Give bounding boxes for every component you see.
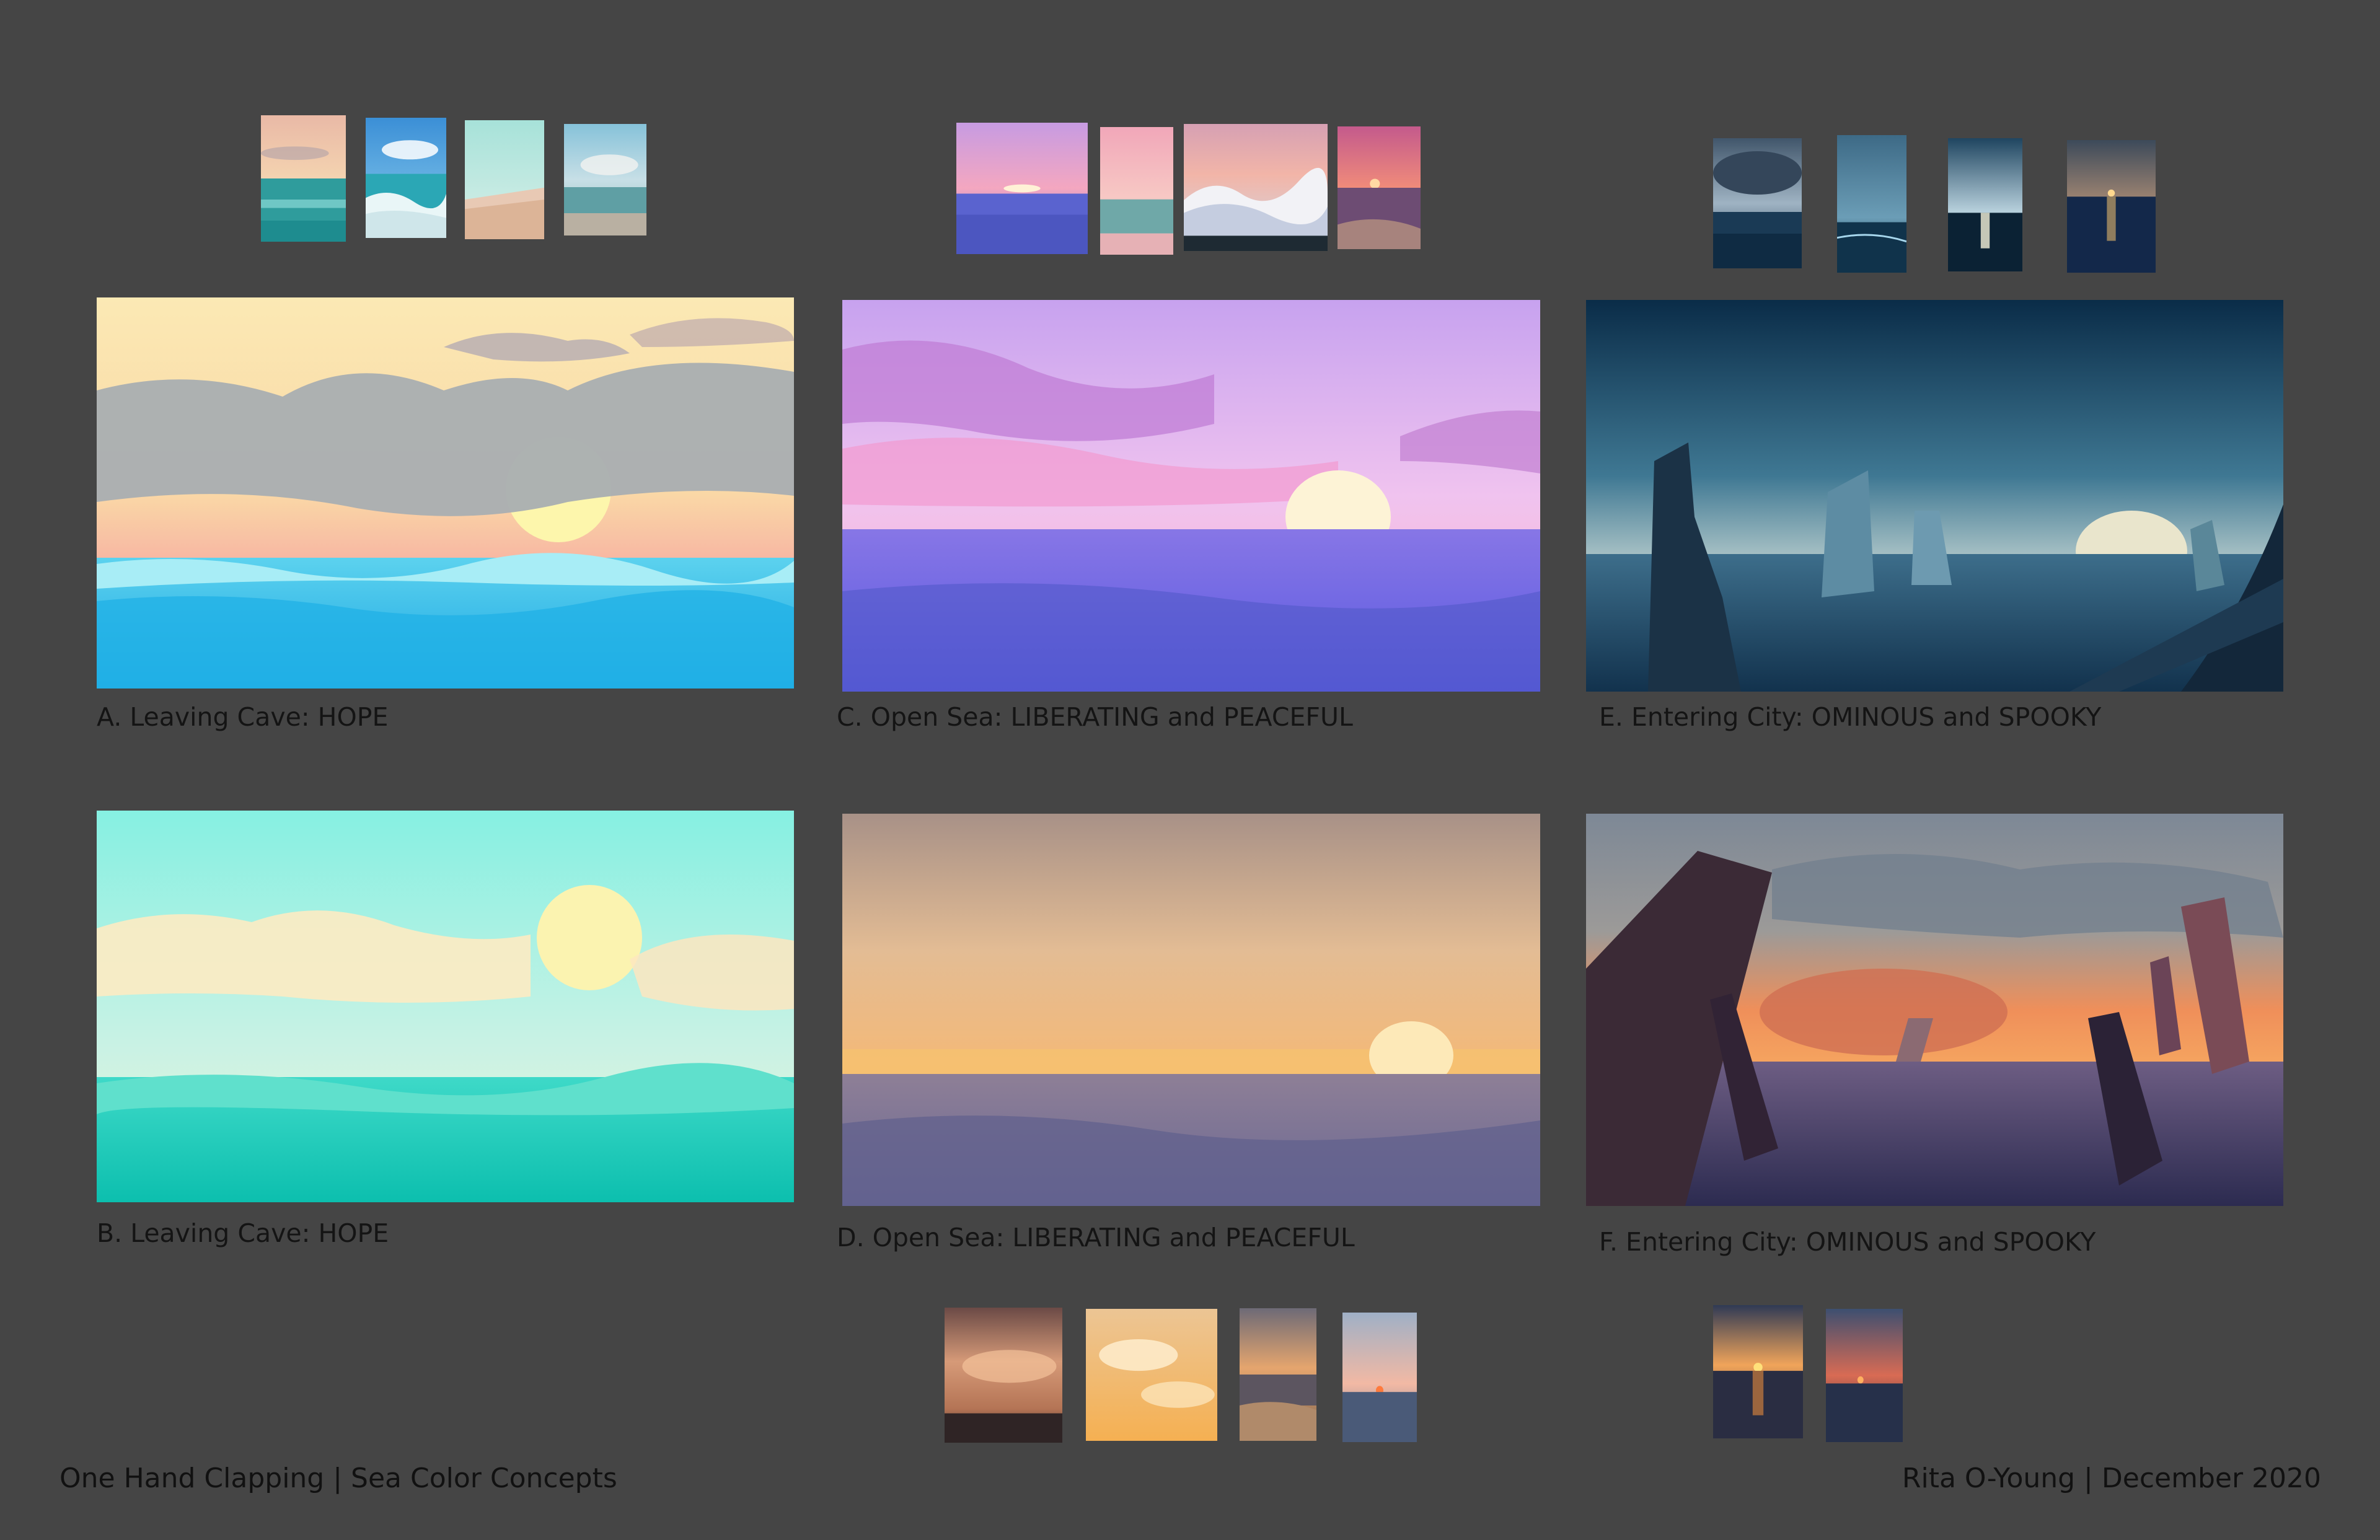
- reference-photo-9: [1713, 138, 1802, 268]
- reference-photo-12: [2067, 140, 2156, 273]
- author-credit: Rita O-Young | December 2020: [1902, 1463, 2321, 1494]
- reference-photo-17: [1713, 1305, 1803, 1438]
- reference-photo-16: [1342, 1313, 1417, 1442]
- reference-photo-6: [1100, 127, 1173, 255]
- reference-photo-8: [1338, 126, 1421, 249]
- concept-panel-f: [1586, 814, 2283, 1206]
- reference-photo-4: [564, 124, 646, 235]
- caption-b: B. Leaving Cave: HOPE: [97, 1218, 389, 1248]
- concept-panel-e: [1586, 300, 2283, 692]
- reference-photo-13: [945, 1308, 1062, 1443]
- reference-photo-15: [1240, 1308, 1316, 1441]
- reference-photo-14: [1086, 1309, 1217, 1441]
- reference-photo-7: [1184, 124, 1328, 251]
- concept-panel-c: [842, 300, 1540, 692]
- reference-photo-3: [465, 120, 544, 239]
- reference-photo-2: [366, 118, 446, 238]
- reference-photo-5: [956, 123, 1088, 254]
- caption-a: A. Leaving Cave: HOPE: [97, 702, 389, 732]
- concept-panel-b: [97, 811, 794, 1202]
- reference-photo-1: [261, 115, 346, 242]
- concept-panel-a: [97, 297, 794, 689]
- caption-e: E. Entering City: OMINOUS and SPOOKY: [1599, 702, 2102, 732]
- reference-photo-11: [1948, 138, 2022, 271]
- caption-c: C. Open Sea: LIBERATING and PEACEFUL: [837, 702, 1353, 732]
- reference-photo-18: [1826, 1309, 1903, 1442]
- reference-photo-10: [1837, 135, 1906, 273]
- caption-d: D. Open Sea: LIBERATING and PEACEFUL: [837, 1223, 1355, 1252]
- caption-f: F. Entering City: OMINOUS and SPOOKY: [1599, 1227, 2096, 1257]
- concept-panel-d: [842, 814, 1540, 1206]
- project-title: One Hand Clapping | Sea Color Concepts: [60, 1463, 617, 1494]
